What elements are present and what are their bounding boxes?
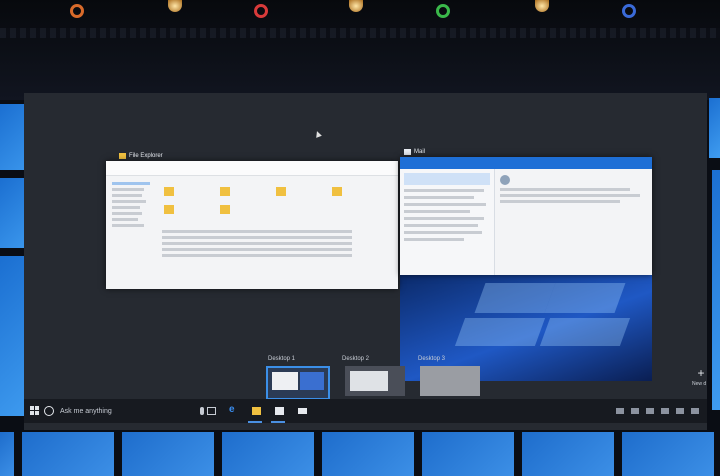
stage-lamp	[349, 0, 363, 12]
folder-icon[interactable]	[332, 187, 342, 196]
file-explorer-title-bar[interactable]: File Explorer	[119, 153, 163, 159]
mail-header-bar	[400, 157, 652, 169]
stage-light	[254, 4, 268, 18]
folder-icon[interactable]	[164, 187, 174, 196]
microphone-icon[interactable]	[200, 407, 204, 415]
windows-logo-icon[interactable]	[30, 406, 40, 416]
led-panel	[622, 432, 714, 476]
mail-message-list[interactable]	[400, 169, 495, 275]
folder-icon[interactable]	[276, 187, 286, 196]
desktop-2-label: Desktop 2	[342, 356, 370, 362]
desktop-1-label: Desktop 1	[268, 356, 296, 362]
mail-title-bar[interactable]: Mail	[404, 149, 425, 155]
stage-light	[70, 4, 84, 18]
taskbar: Ask me anything e	[24, 399, 707, 423]
desktop-2-thumbnail[interactable]	[345, 366, 405, 396]
desktop-wallpaper	[400, 273, 652, 381]
mail-reading-pane	[500, 175, 646, 206]
stage-light	[436, 4, 450, 18]
task-view-icon[interactable]	[207, 407, 216, 415]
tray-icon[interactable]	[616, 408, 624, 414]
search-placeholder: Ask me anything	[60, 407, 112, 415]
led-panel	[222, 432, 314, 476]
lighting-truss	[0, 28, 720, 38]
cortana-circle-icon	[44, 406, 54, 416]
desktop-3-label: Desktop 3	[418, 356, 446, 362]
stage-lamp	[535, 0, 549, 12]
folder-icon	[119, 153, 126, 159]
stage-light	[622, 4, 636, 18]
led-panel	[122, 432, 214, 476]
led-panel	[712, 170, 720, 410]
projection-screen: File Explorer Mail Desktop 1 Desktop 2 D…	[24, 93, 707, 430]
tray-icon[interactable]	[646, 408, 654, 414]
folder-icon[interactable]	[164, 205, 174, 214]
file-explorer-title: File Explorer	[129, 153, 163, 159]
led-panel	[322, 432, 414, 476]
folder-icon[interactable]	[252, 407, 261, 415]
active-app-indicator	[271, 421, 285, 423]
mail-window[interactable]	[400, 157, 652, 275]
cortana-search-box[interactable]: Ask me anything	[44, 399, 204, 423]
tray-icon[interactable]	[676, 408, 684, 414]
led-panel	[709, 98, 720, 158]
mouse-cursor	[314, 130, 322, 138]
plus-icon[interactable]: +	[695, 367, 707, 379]
mail-title: Mail	[414, 149, 426, 155]
stage-lamp	[168, 0, 182, 12]
edge-browser-icon[interactable]: e	[229, 404, 238, 415]
new-desktop-label[interactable]: New desktop	[692, 381, 706, 387]
led-panel	[422, 432, 514, 476]
navigation-pane[interactable]	[112, 179, 152, 259]
led-panel	[0, 432, 14, 476]
mail-icon	[404, 149, 411, 155]
stage-ceiling	[0, 0, 720, 100]
folder-icon[interactable]	[220, 187, 230, 196]
recent-files-list[interactable]	[162, 227, 362, 260]
led-panel	[522, 432, 614, 476]
tray-icon[interactable]	[691, 408, 699, 414]
quick-access-folders[interactable]	[164, 187, 342, 196]
store-icon[interactable]	[275, 407, 284, 415]
led-panel	[22, 432, 114, 476]
mail-icon[interactable]	[298, 408, 307, 414]
file-explorer-window[interactable]	[106, 161, 398, 289]
desktop-3-thumbnail[interactable]	[420, 366, 480, 396]
folder-icon[interactable]	[220, 205, 230, 214]
quick-access-folders[interactable]	[164, 205, 230, 214]
desktop-1-thumbnail[interactable]	[266, 366, 330, 400]
active-app-indicator	[248, 421, 262, 423]
tray-icon[interactable]	[661, 408, 669, 414]
tray-icon[interactable]	[631, 408, 639, 414]
